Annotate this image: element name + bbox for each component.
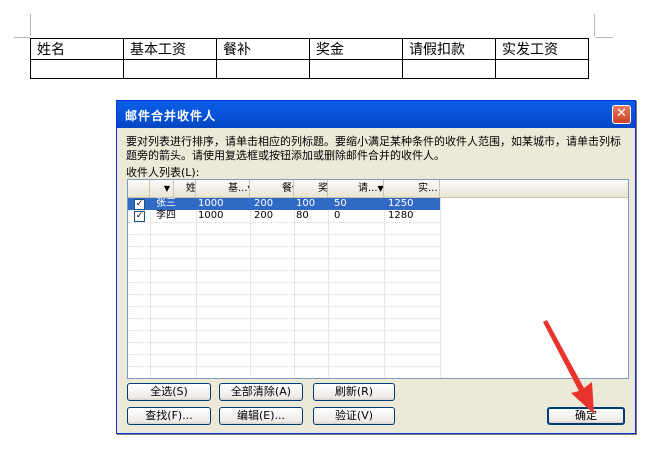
annotation-arrow-icon — [543, 320, 594, 414]
